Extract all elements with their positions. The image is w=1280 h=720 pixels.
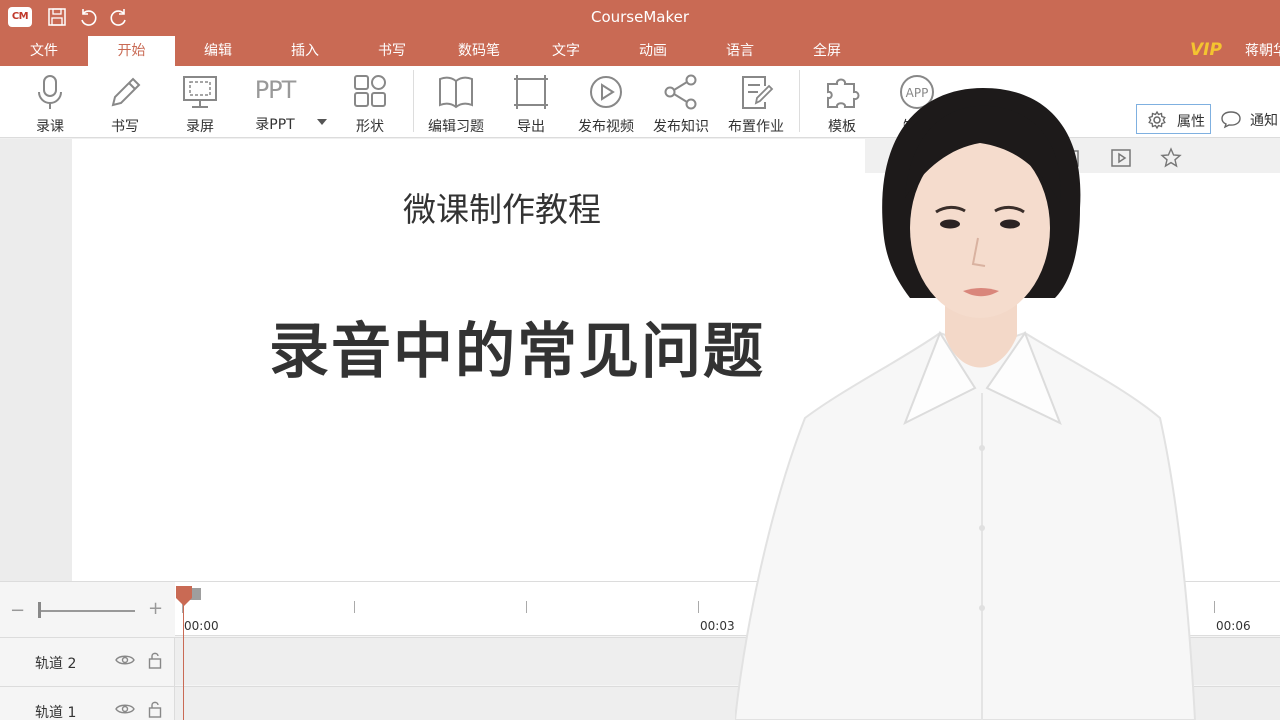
record-ppt-dropdown-icon[interactable] <box>317 119 327 125</box>
shapes-button[interactable]: 形状 <box>333 70 407 136</box>
unlock-icon[interactable] <box>148 651 162 669</box>
zoom-slider-handle[interactable] <box>38 602 41 618</box>
tab-file[interactable]: 文件 <box>14 36 74 66</box>
track-name: 轨道 2 <box>35 656 77 672</box>
zoom-out-icon[interactable]: − <box>10 600 25 621</box>
publish-video-label: 发布视频 <box>578 119 634 135</box>
title-bar: CM CourseMaker <box>0 0 1280 36</box>
ruler-tick <box>526 601 527 613</box>
publish-knowledge-label: 发布知识 <box>653 119 709 135</box>
tab-digital-pen[interactable]: 数码笔 <box>449 36 509 66</box>
tab-edit[interactable]: 编辑 <box>188 36 248 66</box>
shapes-icon <box>354 75 386 107</box>
record-ppt-button[interactable]: PPT 录PPT <box>238 70 312 136</box>
record-screen-button[interactable]: 录屏 <box>163 70 237 136</box>
play-circle-icon <box>590 76 622 108</box>
share-icon <box>664 74 697 110</box>
tab-text[interactable]: 文字 <box>536 36 596 66</box>
presenter-photo <box>735 88 1197 720</box>
eye-icon[interactable] <box>115 702 135 716</box>
publish-video-button[interactable]: 发布视频 <box>569 70 643 136</box>
edit-exercise-label: 编辑习题 <box>428 119 484 135</box>
ruler-tick <box>698 601 699 613</box>
track-header: 轨道 2 <box>0 638 175 686</box>
chat-bubble-icon <box>1221 111 1241 129</box>
ruler-tick <box>1214 601 1215 613</box>
record-lesson-button[interactable]: 录课 <box>13 70 87 136</box>
write-label: 书写 <box>111 119 139 135</box>
ruler-tick <box>354 601 355 613</box>
record-screen-label: 录屏 <box>186 119 214 135</box>
zoom-slider-track[interactable] <box>40 610 135 612</box>
menu-bar: 文件 开始 编辑 插入 书写 数码笔 文字 动画 语言 全屏 VIP 蒋朝华 <box>0 36 1280 66</box>
tab-language[interactable]: 语言 <box>710 36 770 66</box>
export-icon <box>514 75 548 109</box>
record-lesson-label: 录课 <box>36 119 64 135</box>
write-button[interactable]: 书写 <box>88 70 162 136</box>
publish-knowledge-button[interactable]: 发布知识 <box>644 70 718 136</box>
record-ppt-label: 录PPT <box>255 117 295 133</box>
edit-exercise-button[interactable]: 编辑习题 <box>419 70 493 136</box>
unlock-icon[interactable] <box>148 700 162 718</box>
pencil-icon <box>111 77 141 107</box>
ruler-label: 00:00 <box>184 619 219 633</box>
track-header: 轨道 1 <box>0 687 175 720</box>
ruler-label: 00:06 <box>1216 619 1251 633</box>
window-title: CourseMaker <box>590 8 690 26</box>
track-name: 轨道 1 <box>35 705 77 720</box>
screen-record-icon <box>183 76 217 108</box>
tab-start[interactable]: 开始 <box>88 36 175 66</box>
microphone-icon <box>38 75 62 109</box>
tab-insert[interactable]: 插入 <box>275 36 335 66</box>
tab-animation[interactable]: 动画 <box>623 36 683 66</box>
vip-badge[interactable]: VIP <box>1190 40 1222 60</box>
notify-button[interactable]: 通知 <box>1218 104 1280 134</box>
user-name[interactable]: 蒋朝华 <box>1245 36 1280 66</box>
ppt-icon: PPT <box>254 76 297 104</box>
coursemaker-window: CM CourseMaker 文件 开始 编辑 插入 书写 数码笔 文字 动画 … <box>0 0 1280 720</box>
ribbon-divider <box>413 70 414 132</box>
eye-icon[interactable] <box>115 653 135 667</box>
book-icon <box>439 76 473 109</box>
playhead-line <box>183 604 184 720</box>
ruler-label: 00:03 <box>700 619 735 633</box>
tab-write[interactable]: 书写 <box>362 36 422 66</box>
shapes-label: 形状 <box>356 119 384 135</box>
export-label: 导出 <box>517 119 545 135</box>
tab-fullscreen[interactable]: 全屏 <box>797 36 857 66</box>
notify-label: 通知 <box>1250 113 1278 129</box>
export-button[interactable]: 导出 <box>494 70 568 136</box>
zoom-in-icon[interactable]: + <box>148 598 163 619</box>
